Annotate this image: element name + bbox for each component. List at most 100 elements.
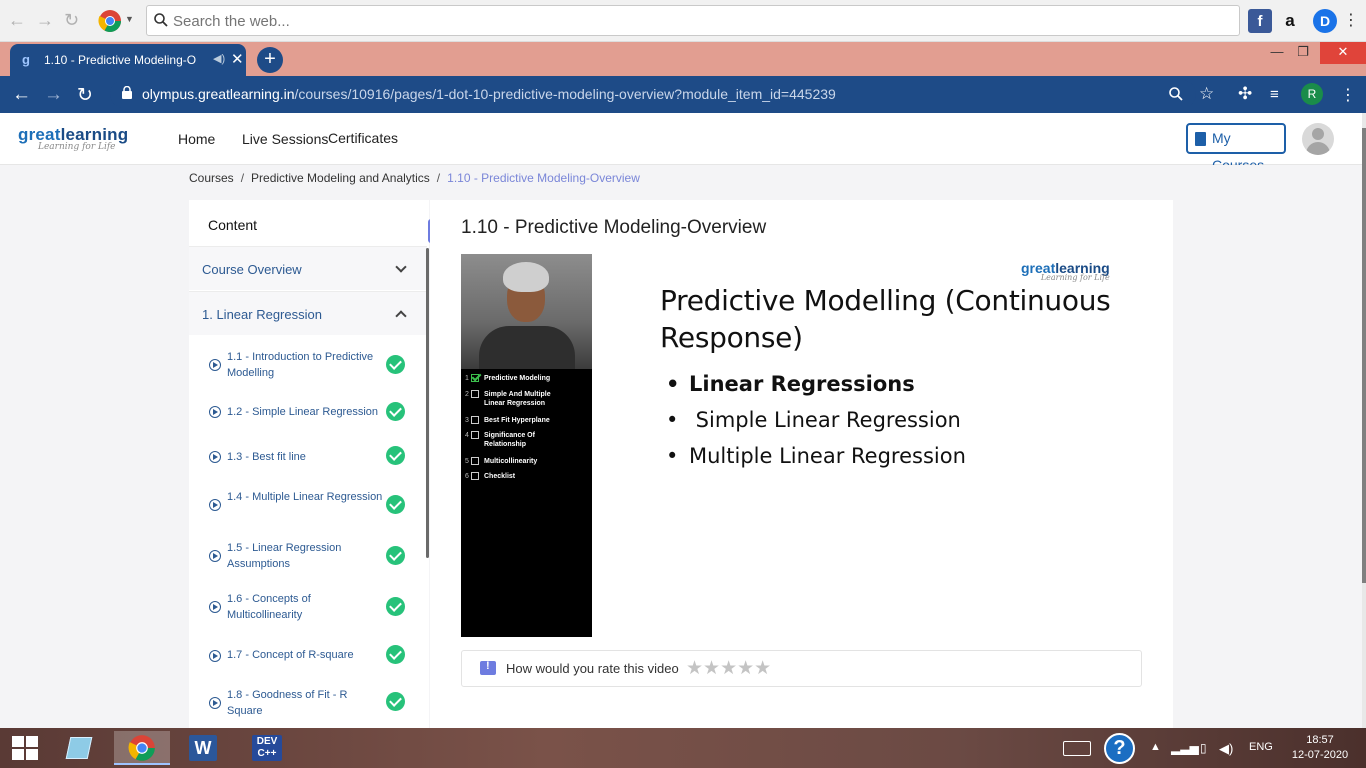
chevron-up-icon	[395, 310, 407, 322]
nav-home[interactable]: Home	[178, 131, 215, 147]
tray-expand-icon[interactable]: ▲	[1150, 741, 1161, 753]
lesson-item[interactable]: 1.6 - Concepts of Multicollinearity	[189, 591, 425, 625]
main-content: 1.10 - Predictive Modeling-Overview 1 Pre…	[430, 200, 1173, 728]
lesson-label: 1.8 - Goodness of Fit - R Square	[227, 689, 348, 717]
my-courses-button[interactable]: My Courses	[1186, 123, 1286, 173]
mute-icon[interactable]: ◀)	[213, 52, 225, 65]
slide-bullet: Linear Regressions	[666, 372, 1126, 408]
network-icon[interactable]: ▂▃▅	[1171, 741, 1199, 755]
media-queue-icon[interactable]: ≡	[1270, 86, 1279, 103]
sidebar-scrollbar[interactable]	[426, 248, 429, 558]
completed-check-icon	[386, 645, 405, 664]
help-icon[interactable]: ?	[1104, 733, 1135, 764]
content-sidebar: Content Course Overview 1. Linear Regres…	[189, 200, 429, 728]
address-bar: ← → ↻ olympus.greatlearning.in/courses/1…	[0, 76, 1366, 113]
breadcrumb-courses[interactable]: Courses	[189, 171, 234, 185]
slide-title: Predictive Modelling (Continuous Respons…	[660, 284, 1111, 354]
clock[interactable]: 18:57 12-07-2020	[1290, 733, 1350, 763]
word-icon[interactable]: W	[182, 731, 224, 765]
video-rating-bar: How would you rate this video ★★★★★	[461, 650, 1142, 687]
facebook-icon[interactable]: f	[1248, 9, 1272, 33]
presenter-video-frame	[461, 254, 592, 369]
feedback-icon	[480, 660, 496, 675]
extensions-puzzle-icon[interactable]: ✣	[1238, 84, 1252, 104]
section-linear-regression[interactable]: 1. Linear Regression	[189, 291, 427, 335]
outer-back-icon[interactable]: ←	[8, 10, 26, 31]
search-icon	[154, 13, 168, 27]
play-icon	[209, 697, 221, 709]
lesson-item[interactable]: 1.2 - Simple Linear Regression	[189, 402, 425, 421]
play-icon	[209, 601, 221, 613]
close-tab-icon[interactable]: ✕	[231, 50, 244, 68]
devcpp-icon[interactable]: DEV C++	[246, 731, 288, 765]
video-player[interactable]: 1 Predictive Modeling 2 Simple And Multipl…	[461, 254, 592, 637]
lock-icon[interactable]	[122, 86, 132, 99]
url-path: /courses/10916/pages/1-dot-10-predictive…	[294, 86, 836, 102]
video-checklist-item: 6 Checklist	[465, 472, 516, 480]
completed-check-icon	[386, 402, 405, 421]
back-icon[interactable]: ←	[12, 84, 31, 106]
extension-d-icon[interactable]: D	[1313, 9, 1337, 33]
chevron-down-icon[interactable]: ▼	[125, 14, 134, 24]
lesson-item[interactable]: 1.7 - Concept of R-square	[189, 645, 425, 665]
lesson-item[interactable]: 1.5 - Linear Regression Assumptions	[189, 540, 425, 574]
url-field[interactable]: olympus.greatlearning.in/courses/10916/p…	[110, 80, 1196, 108]
rating-question: How would you rate this video	[506, 661, 679, 676]
video-checklist-item: 5 Multicollinearity	[465, 457, 538, 465]
windows-start-icon[interactable]	[12, 736, 38, 760]
outer-forward-icon[interactable]: →	[36, 10, 54, 31]
greatlearning-logo[interactable]: greatlearning Learning for Life	[18, 125, 128, 152]
chrome-icon[interactable]	[98, 9, 122, 33]
web-search-box[interactable]	[146, 5, 1240, 36]
volume-icon[interactable]: ◀)	[1219, 741, 1233, 757]
restore-icon[interactable]: ❐	[1288, 42, 1318, 64]
completed-check-icon	[386, 692, 405, 711]
page-scrollbar[interactable]	[1362, 113, 1366, 728]
chrome-taskbar-icon[interactable]	[114, 731, 170, 765]
menu-icon[interactable]: ⋮	[1343, 10, 1359, 30]
breadcrumb-course[interactable]: Predictive Modeling and Analytics	[251, 171, 430, 185]
close-window-icon[interactable]: ✕	[1320, 42, 1366, 64]
clock-time: 18:57	[1306, 734, 1334, 746]
play-icon	[209, 406, 221, 418]
zoom-icon[interactable]	[1168, 86, 1184, 102]
section-course-overview[interactable]: Course Overview	[189, 246, 427, 290]
forward-icon[interactable]: →	[44, 84, 63, 106]
keyboard-icon[interactable]	[1063, 741, 1091, 756]
lesson-label: 1.4 - Multiple Linear Regression	[227, 491, 383, 503]
amazon-icon[interactable]: a	[1278, 9, 1302, 33]
lesson-item[interactable]: 1.8 - Goodness of Fit - R Square	[189, 687, 425, 721]
lesson-label: 1.5 - Linear Regression Assumptions	[227, 542, 342, 570]
play-icon	[209, 499, 221, 511]
bookmark-star-icon[interactable]: ☆	[1199, 84, 1214, 104]
checkbox-icon	[471, 431, 479, 439]
browser-menu-icon[interactable]: ⋮	[1340, 85, 1356, 105]
outer-reload-icon[interactable]: ↻	[64, 10, 79, 31]
nav-certificates[interactable]: Certificates	[328, 130, 398, 146]
rating-stars[interactable]: ★★★★★	[686, 657, 771, 680]
lesson-item[interactable]: 1.1 - Introduction to Predictive Modelli…	[189, 349, 425, 383]
language-indicator[interactable]: ENG	[1249, 741, 1273, 753]
tablet-app-icon[interactable]	[58, 731, 100, 765]
completed-check-icon	[386, 597, 405, 616]
tab-current[interactable]: g 1.10 - Predictive Modeling-O ◀) ✕	[10, 44, 246, 76]
breadcrumb: Courses / Predictive Modeling and Analytic…	[189, 171, 640, 185]
profile-avatar[interactable]: R	[1301, 83, 1323, 105]
battery-icon[interactable]: ▯	[1200, 741, 1207, 755]
reload-icon[interactable]: ↻	[77, 84, 93, 107]
section-label: 1. Linear Regression	[202, 307, 322, 322]
slide-bullet: Multiple Linear Regression	[666, 444, 1126, 480]
lesson-label: 1.3 - Best fit line	[227, 451, 306, 463]
lesson-label: 1.2 - Simple Linear Regression	[227, 406, 379, 418]
checkbox-icon	[471, 416, 479, 424]
breadcrumb-current: 1.10 - Predictive Modeling-Overview	[447, 171, 640, 185]
lesson-item[interactable]: 1.3 - Best fit line	[189, 446, 425, 466]
tab-strip: g 1.10 - Predictive Modeling-O ◀) ✕	[0, 42, 1366, 76]
lesson-item[interactable]: 1.4 - Multiple Linear Regression	[189, 489, 425, 523]
web-search-input[interactable]	[173, 9, 1223, 33]
nav-live-sessions[interactable]: Live Sessions	[242, 131, 328, 147]
checkbox-icon	[471, 472, 479, 480]
slide-bullet: Simple Linear Regression	[666, 408, 1126, 444]
new-tab-button[interactable]: +	[257, 47, 283, 73]
user-avatar[interactable]	[1302, 123, 1334, 155]
